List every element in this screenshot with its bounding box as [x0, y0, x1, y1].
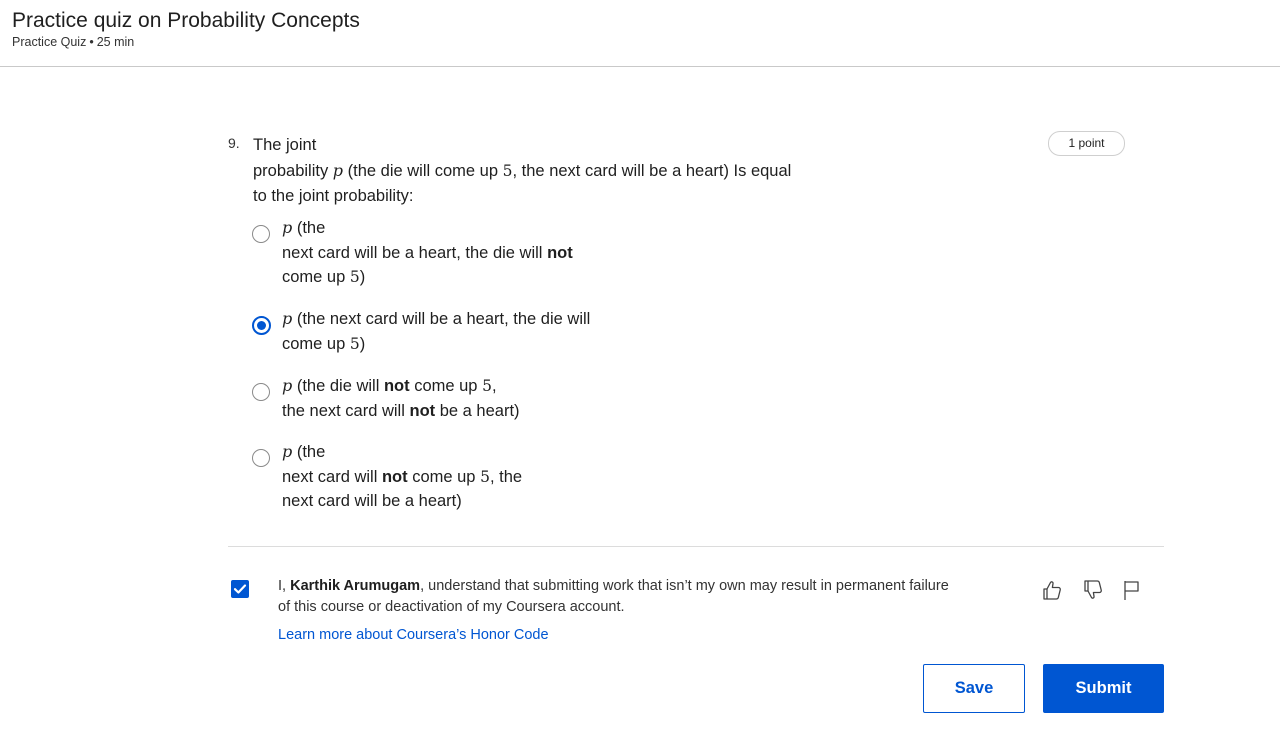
- option-text-emphasis: not: [383, 377, 410, 395]
- option-text-part: (the die will: [292, 377, 384, 395]
- question-text: The joint probability p (the die will co…: [253, 133, 813, 209]
- option-text-part: come up: [282, 268, 350, 286]
- honor-code-checkbox[interactable]: [231, 580, 249, 598]
- option-text-emphasis: not: [409, 401, 436, 420]
- option-text-part: come up: [282, 334, 350, 353]
- radio-button[interactable]: [252, 225, 270, 243]
- option-text-part: come up: [407, 467, 481, 486]
- quiz-header: Practice quiz on Probability Concepts Pr…: [0, 0, 1280, 67]
- math-variable: p: [282, 309, 293, 328]
- quiz-meta: Practice Quiz • 25 min: [12, 35, 134, 49]
- quiz-duration: 25 min: [96, 35, 135, 49]
- option-text-part: , the: [489, 467, 523, 486]
- section-divider: [228, 546, 1164, 547]
- save-button[interactable]: Save: [923, 664, 1025, 713]
- radio-button[interactable]: [252, 383, 270, 401]
- math-variable: p: [282, 218, 293, 237]
- checkmark-icon: [233, 584, 247, 594]
- honor-code-statement: I, Karthik Arumugam, understand that sub…: [278, 576, 958, 618]
- option-label: p (the next card will be a heart, the di…: [282, 307, 662, 356]
- option-text-part: (the: [292, 219, 326, 237]
- option-text-part: ): [359, 334, 366, 353]
- option-text-part: (the next card will be a heart, the die …: [292, 310, 591, 328]
- math-number: 5: [480, 467, 490, 486]
- radio-button-selected[interactable]: [252, 316, 271, 335]
- math-number: 5: [349, 268, 360, 286]
- option-text-part: the next card will: [282, 401, 410, 420]
- math-variable: p: [282, 442, 293, 461]
- option-label: p (the next card will be a heart, the di…: [282, 216, 662, 290]
- option-text-part: next card will be a heart): [282, 492, 462, 510]
- option-label: p (the die will not come up 5, the next …: [282, 374, 662, 423]
- honor-code-link[interactable]: Learn more about Coursera’s Honor Code: [278, 627, 549, 643]
- math-variable: p: [332, 161, 344, 180]
- option-text-part: ,: [491, 377, 497, 395]
- question-text-part: , the next card will be a heart) Is equa…: [512, 162, 792, 180]
- meta-separator: •: [89, 35, 94, 49]
- option-text-emphasis: not: [381, 467, 408, 486]
- thumbs-up-icon[interactable]: [1039, 578, 1065, 604]
- points-badge: 1 point: [1048, 131, 1125, 156]
- option-text-part: next card will: [282, 467, 382, 486]
- option-text-part: come up: [409, 377, 483, 395]
- question-text-part: to the joint probability:: [253, 187, 414, 205]
- math-number: 5: [502, 162, 513, 180]
- question-number: 9.: [228, 135, 240, 151]
- submit-button[interactable]: Submit: [1043, 664, 1164, 713]
- page-title: Practice quiz on Probability Concepts: [12, 9, 360, 32]
- flag-icon[interactable]: [1119, 578, 1145, 604]
- option-text-part: next card will be a heart, the die will: [282, 243, 548, 262]
- question-text-part: (the die will come up: [343, 162, 503, 180]
- honor-prefix: I,: [278, 578, 291, 594]
- question-text-part: The joint: [253, 136, 317, 154]
- math-number: 5: [482, 377, 492, 395]
- math-number: 5: [349, 334, 360, 353]
- option-text-emphasis: not: [547, 243, 573, 262]
- radio-button[interactable]: [252, 449, 270, 467]
- quiz-type: Practice Quiz: [12, 35, 87, 49]
- option-text-part: be a heart): [435, 401, 520, 420]
- option-text-part: (the: [292, 443, 326, 461]
- option-text-part: ): [359, 268, 366, 286]
- learner-name: Karthik Arumugam: [290, 578, 421, 594]
- option-label: p (the next card will not come up 5, the…: [282, 440, 662, 514]
- math-variable: p: [282, 376, 293, 395]
- question-text-part: probability: [253, 162, 333, 180]
- thumbs-down-icon[interactable]: [1080, 578, 1106, 604]
